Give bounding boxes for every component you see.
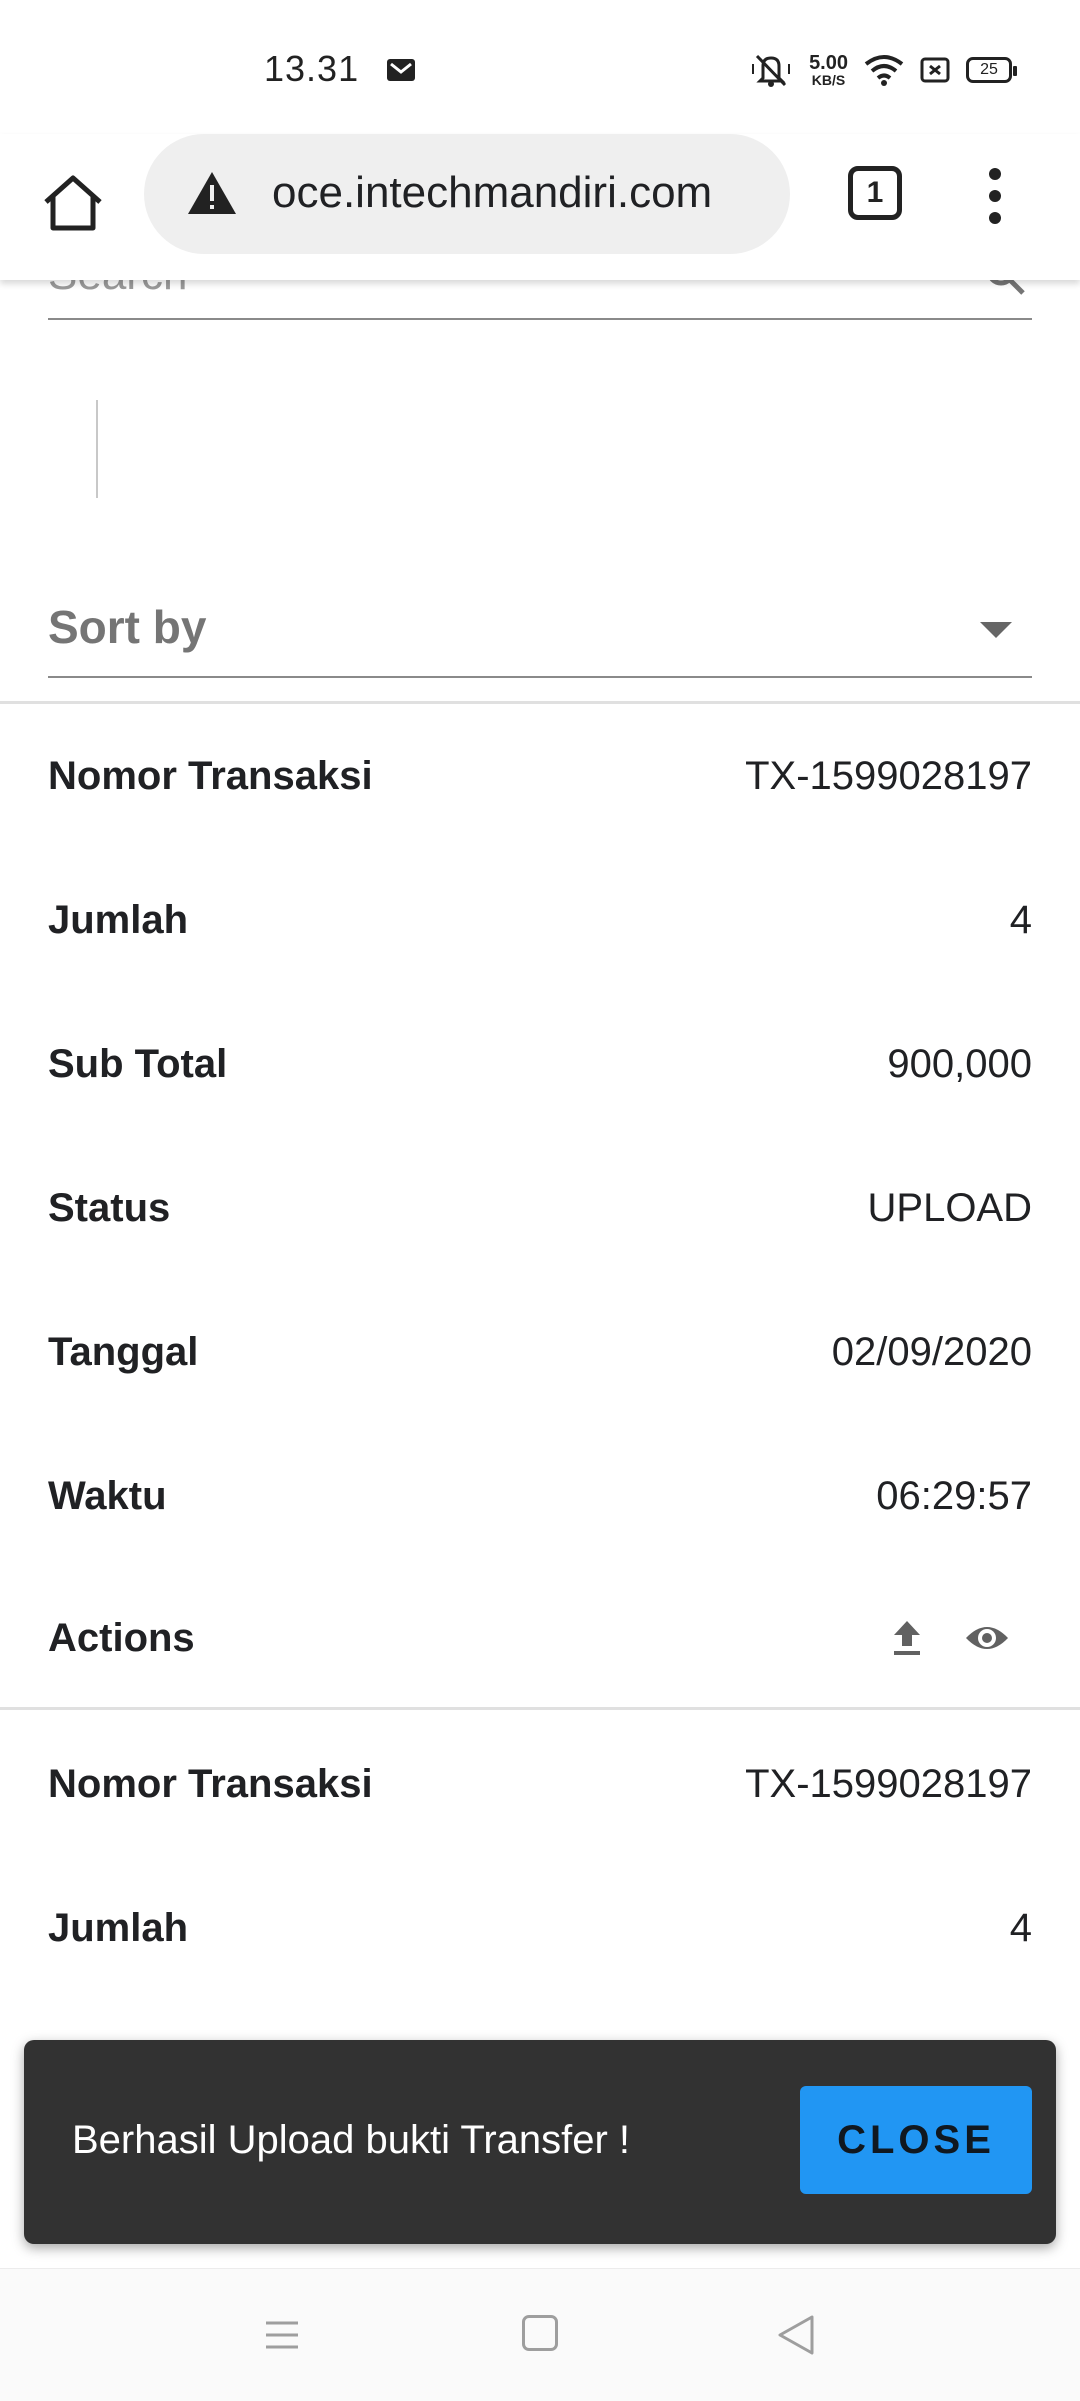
eye-icon[interactable]	[964, 1622, 1010, 1654]
record-row-nomor-transaksi: Nomor Transaksi TX-1599028197	[48, 1744, 1032, 1824]
record-row-jumlah: Jumlah 4	[48, 1888, 1032, 1968]
field-label: Jumlah	[48, 897, 189, 942]
browser-toolbar: oce.intechmandiri.com 1	[0, 134, 1080, 280]
field-label: Nomor Transaksi	[48, 1761, 373, 1806]
battery-icon: 25	[966, 57, 1017, 83]
field-label: Sub Total	[48, 1041, 228, 1086]
address-bar[interactable]: oce.intechmandiri.com	[144, 134, 790, 254]
sort-by-select[interactable]: Sort by	[48, 580, 1032, 678]
record-row-actions: Actions	[48, 1598, 1032, 1678]
record-row-nomor-transaksi: Nomor Transaksi TX-1599028197	[48, 736, 1032, 816]
nav-menu-icon[interactable]	[264, 2317, 300, 2353]
snackbar-message: Berhasil Upload bukti Transfer !	[72, 2118, 631, 2162]
field-label: Actions	[48, 1615, 195, 1660]
more-vert-icon[interactable]	[980, 166, 1010, 226]
field-value: 4	[1009, 897, 1032, 942]
field-value: 900,000	[887, 1041, 1032, 1086]
record-row-waktu: Waktu 06:29:57	[48, 1456, 1032, 1536]
sim-icon	[920, 57, 950, 83]
home-icon[interactable]	[40, 170, 106, 236]
field-label: Status	[48, 1185, 171, 1230]
text-cursor-divider	[96, 400, 98, 498]
mail-icon	[387, 59, 415, 81]
record-row-sub-total: Sub Total 900,000	[48, 1024, 1032, 1104]
field-value: 06:29:57	[876, 1473, 1032, 1518]
nav-back-icon[interactable]	[776, 2313, 816, 2357]
url-text[interactable]: oce.intechmandiri.com	[272, 168, 712, 218]
record-row-status: Status UPLOAD	[48, 1168, 1032, 1248]
system-nav-bar	[0, 2268, 1080, 2401]
sort-by-label: Sort by	[48, 601, 207, 653]
chevron-down-icon[interactable]	[980, 622, 1012, 638]
field-value: TX-1599028197	[745, 753, 1032, 798]
mute-icon	[752, 54, 791, 87]
field-label: Waktu	[48, 1473, 167, 1518]
field-value: TX-1599028197	[745, 1761, 1032, 1806]
field-label: Nomor Transaksi	[48, 753, 373, 798]
record-row-tanggal: Tanggal 02/09/2020	[48, 1312, 1032, 1392]
wifi-icon	[864, 55, 904, 86]
status-value: UPLOAD	[867, 1185, 1033, 1230]
field-label: Tanggal	[48, 1329, 199, 1374]
warning-icon[interactable]	[186, 170, 238, 216]
status-bar: 13.31 5.00 KB/S 25	[0, 0, 1080, 134]
divider	[0, 701, 1080, 704]
divider	[0, 1707, 1080, 1710]
net-speed: 5.00 KB/S	[809, 52, 848, 88]
upload-icon[interactable]	[892, 1619, 922, 1657]
snackbar: Berhasil Upload bukti Transfer ! CLOSE	[24, 2040, 1056, 2244]
field-label: Jumlah	[48, 1905, 189, 1950]
tabs-button[interactable]: 1	[848, 166, 902, 220]
close-button[interactable]: CLOSE	[800, 2086, 1032, 2194]
clock: 13.31	[264, 48, 360, 89]
record-row-jumlah: Jumlah 4	[48, 880, 1032, 960]
nav-home-icon[interactable]	[522, 2315, 558, 2351]
field-value: 4	[1009, 1905, 1032, 1950]
status-icons: 5.00 KB/S 25	[749, 48, 1017, 92]
actions-group	[892, 1619, 1010, 1657]
field-value: 02/09/2020	[831, 1329, 1032, 1374]
